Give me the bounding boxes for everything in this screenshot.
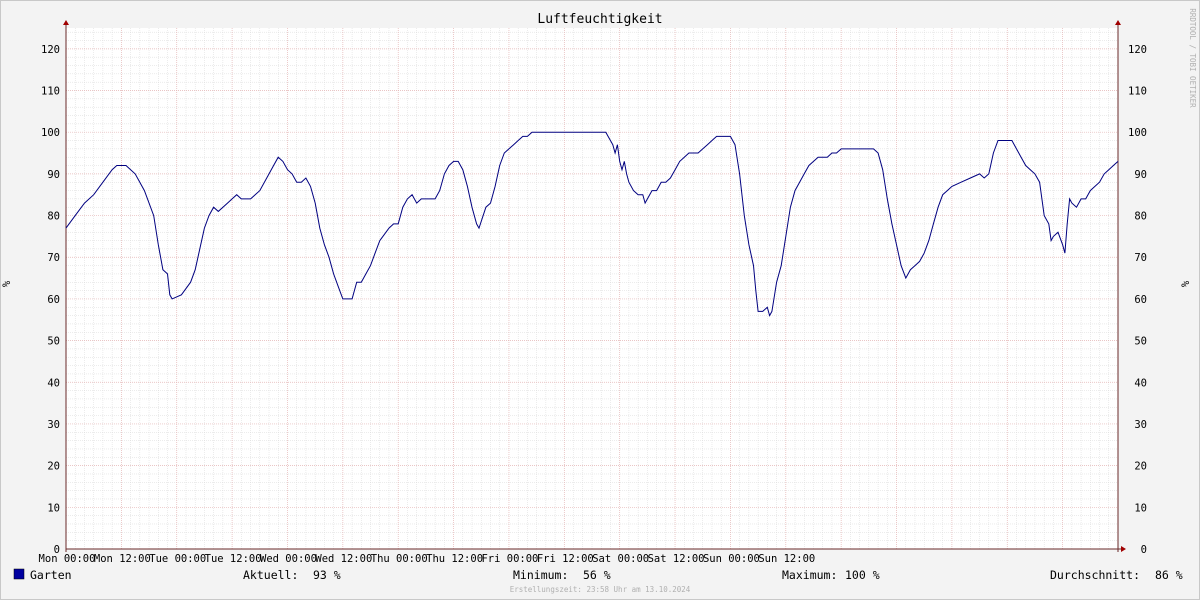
x-tick-label: Thu 00:00 [371, 553, 428, 565]
y-tick-label-left: 70 [47, 252, 60, 264]
maximum-label: Maximum: [782, 568, 837, 582]
minimum-label: Minimum: [513, 568, 568, 582]
y-tick-label-left: 30 [47, 419, 60, 431]
humidity-chart: 0 10 20 30 40 50 60 70 80 90 100 110 120 0 10 20 30 40 50… [1, 8, 1197, 594]
x-tick-labels: Mon 00:00Mon 12:00Tue 00:00Tue 12:00Wed … [39, 553, 816, 565]
y-tick-label-left: 40 [47, 377, 60, 389]
y-tick-label-right: 70 [1134, 252, 1147, 264]
y-tick-label-left: 10 [47, 502, 60, 514]
y-axis-arrow-right [1115, 20, 1121, 25]
y-axis-arrow-left [63, 20, 69, 25]
y-tick-label-left: 60 [47, 294, 60, 306]
y-tick-label-left: 20 [47, 461, 60, 473]
y-tick-label-right: 110 [1128, 86, 1147, 98]
y-tick-label-right: 60 [1134, 294, 1147, 306]
x-tick-label: Fri 00:00 [481, 553, 538, 565]
durchschnitt-label: Durchschnitt: [1050, 568, 1140, 582]
x-tick-label: Fri 12:00 [537, 553, 594, 565]
x-tick-label: Tue 12:00 [205, 553, 262, 565]
y-tick-label-right: 0 [1141, 544, 1147, 556]
minimum-value: 56 % [583, 568, 611, 582]
legend-series-label: Garten [30, 568, 72, 582]
maximum-value: 100 % [845, 568, 880, 582]
x-tick-label: Thu 12:00 [426, 553, 483, 565]
legend: Garten Aktuell: 93 % Minimum: 56 % Maxim… [13, 568, 1183, 582]
y-tick-label-left: 90 [47, 169, 60, 181]
x-axis-arrow [1121, 546, 1126, 552]
aktuell-label: Aktuell: [243, 568, 298, 582]
x-tick-label: Sat 12:00 [648, 553, 705, 565]
legend-swatch-garten [13, 568, 25, 580]
y-tick-label-left: 80 [47, 211, 60, 223]
creation-timestamp: Erstellungszeit: 23:58 Uhr am 13.10.2024 [510, 585, 691, 594]
durchschnitt-value: 86 % [1155, 568, 1183, 582]
x-tick-label: Wed 12:00 [315, 553, 372, 565]
watermark: RRDTOOL / TOBI OETIKER [1188, 8, 1197, 108]
y-tick-labels-right: 0 10 20 30 40 50 60 70 80 90 100 110 120 [1128, 44, 1147, 556]
y-tick-label-right: 100 [1128, 127, 1147, 139]
chart-title: Luftfeuchtigkeit [537, 12, 662, 27]
y-axis-label-left: % [1, 280, 13, 287]
y-tick-label-right: 40 [1134, 377, 1147, 389]
x-tick-label: Mon 12:00 [94, 553, 151, 565]
y-axis-label-right: % [1180, 280, 1192, 287]
y-tick-labels-left: 0102030405060708090100110120 [41, 44, 60, 556]
y-tick-label-right: 20 [1134, 461, 1147, 473]
aktuell-value: 93 % [313, 568, 341, 582]
y-tick-label-right: 90 [1134, 169, 1147, 181]
x-tick-label: Tue 00:00 [149, 553, 206, 565]
x-tick-label: Sun 00:00 [703, 553, 760, 565]
x-tick-label: Wed 00:00 [260, 553, 317, 565]
x-tick-label: Mon 00:00 [39, 553, 96, 565]
y-tick-label-left: 110 [41, 86, 60, 98]
y-tick-label-right: 10 [1134, 502, 1147, 514]
y-tick-label-left: 100 [41, 127, 60, 139]
y-tick-label-left: 50 [47, 336, 60, 348]
x-tick-label: Sun 12:00 [758, 553, 815, 565]
y-tick-label-right: 120 [1128, 44, 1147, 56]
x-tick-label: Sat 00:00 [592, 553, 649, 565]
y-tick-label-right: 30 [1134, 419, 1147, 431]
y-tick-label-right: 80 [1134, 211, 1147, 223]
y-tick-label-right: 50 [1134, 336, 1147, 348]
y-tick-label-left: 120 [41, 44, 60, 56]
